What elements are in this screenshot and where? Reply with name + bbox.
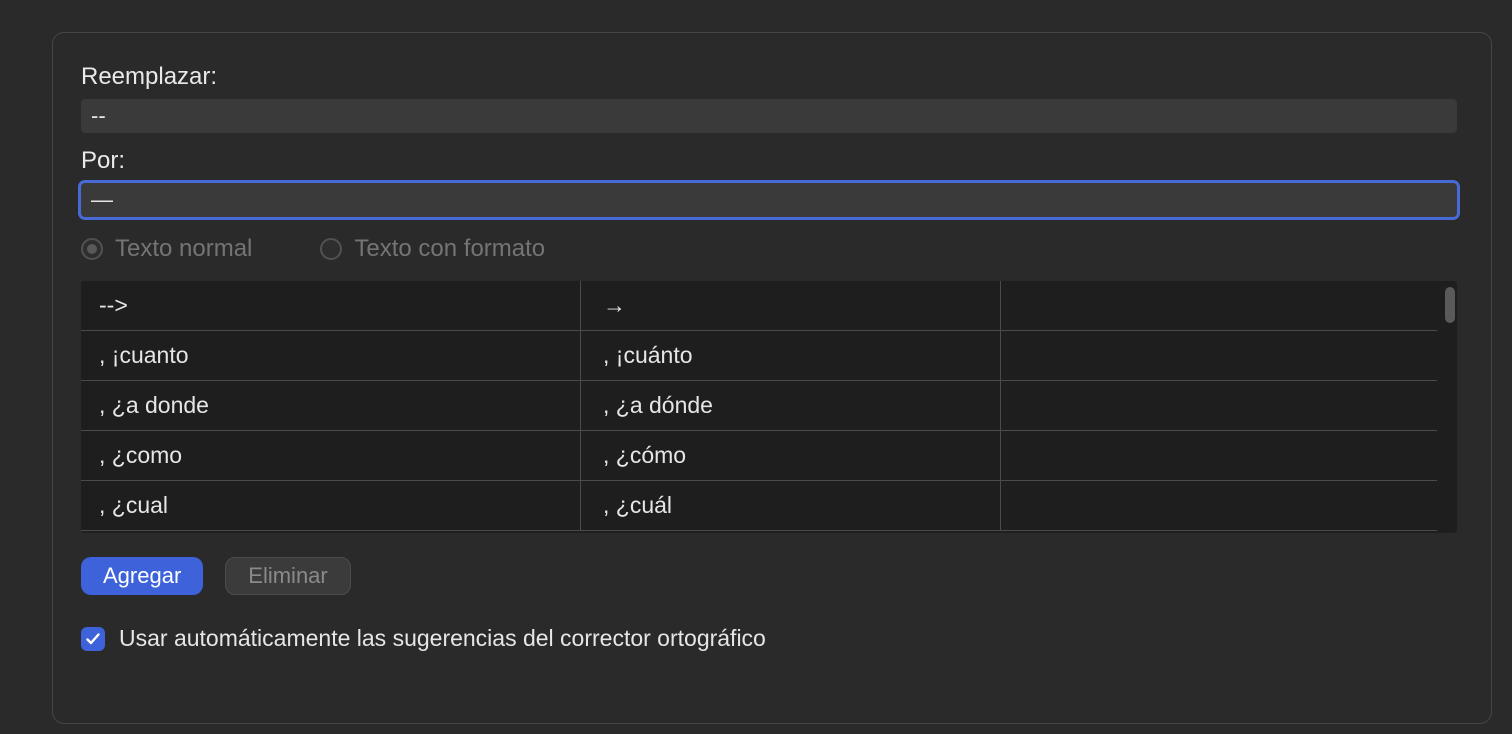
radio-circle-icon [81, 238, 103, 260]
table-row[interactable] [81, 531, 1437, 533]
auto-spellcheck-checkbox[interactable] [81, 627, 105, 651]
radio-formatted-label: Texto con formato [354, 235, 545, 263]
radio-formatted-text[interactable]: Texto con formato [320, 235, 545, 263]
table-cell-with: , ¿a dónde [581, 381, 1001, 430]
table-row[interactable]: , ¿como, ¿cómo [81, 431, 1437, 481]
radio-plain-label: Texto normal [115, 235, 252, 263]
with-input[interactable] [81, 183, 1457, 217]
table-scrollbar[interactable] [1445, 287, 1455, 323]
add-button[interactable]: Agregar [81, 557, 203, 595]
table-cell-with: → [581, 281, 1001, 330]
table-row[interactable]: , ¡cuanto, ¡cuánto [81, 331, 1437, 381]
radio-plain-text[interactable]: Texto normal [81, 235, 252, 263]
check-icon [85, 631, 101, 647]
table-row[interactable]: -->→ [81, 281, 1437, 331]
table-row[interactable]: , ¿cual, ¿cuál [81, 481, 1437, 531]
replacements-table[interactable]: -->→, ¡cuanto, ¡cuánto, ¿a donde, ¿a dón… [81, 281, 1457, 533]
radio-circle-icon [320, 238, 342, 260]
auto-spellcheck-label: Usar automáticamente las sugerencias del… [119, 625, 766, 652]
table-row[interactable]: , ¿a donde, ¿a dónde [81, 381, 1437, 431]
delete-button[interactable]: Eliminar [225, 557, 350, 595]
table-cell-with: , ¿cuál [581, 481, 1001, 530]
with-label: Por: [81, 147, 1457, 175]
table-cell-with: , ¡cuánto [581, 331, 1001, 380]
table-cell-replace: , ¿cual [81, 481, 581, 530]
table-cell-replace: --> [81, 281, 581, 330]
replace-panel: Reemplazar: Por: Texto normal Texto con … [52, 32, 1492, 724]
table-cell-replace: , ¿a donde [81, 381, 581, 430]
text-format-radio-group: Texto normal Texto con formato [81, 235, 1457, 263]
replace-input[interactable] [81, 99, 1457, 133]
table-cell-with: , ¿cómo [581, 431, 1001, 480]
table-cell-replace: , ¡cuanto [81, 331, 581, 380]
table-cell-replace: , ¿como [81, 431, 581, 480]
replace-label: Reemplazar: [81, 63, 1457, 91]
